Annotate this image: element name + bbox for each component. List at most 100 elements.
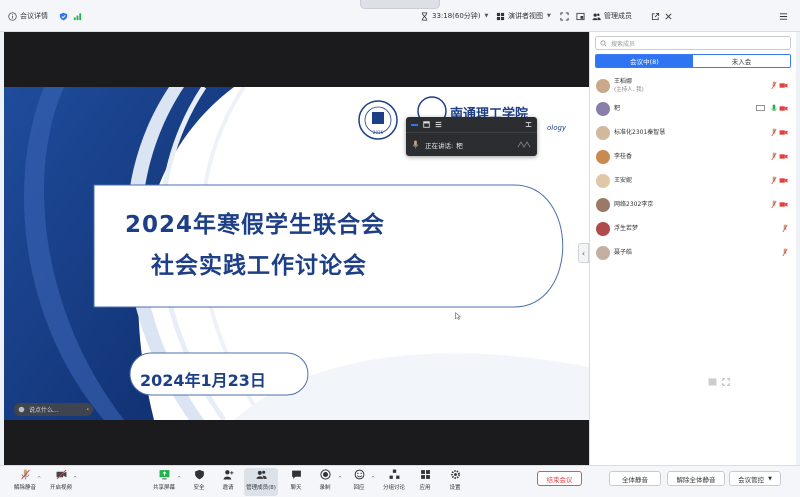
- avatar: [596, 246, 610, 260]
- member-name: 李桂香: [614, 153, 633, 160]
- avatar: [596, 174, 610, 188]
- security-shield[interactable]: [59, 0, 71, 32]
- list-icon[interactable]: [435, 121, 442, 128]
- security-label: 安全: [193, 485, 205, 491]
- panel-close-button[interactable]: [664, 0, 676, 32]
- microphone-off-icon[interactable]: [771, 81, 777, 90]
- fullscreen-button[interactable]: [560, 0, 572, 32]
- manage-members-button[interactable]: 管理成员(8): [244, 468, 278, 496]
- tab-not-joined[interactable]: 未入会: [693, 55, 790, 67]
- keyboard-icon[interactable]: [708, 378, 717, 386]
- meeting-details-label: 会议详情: [20, 12, 48, 20]
- close-icon: [665, 12, 672, 20]
- chevron-up-icon[interactable]: ^: [371, 476, 375, 482]
- camera-off-icon[interactable]: [779, 201, 788, 208]
- view-mode-button[interactable]: 演讲者视图 ▼: [496, 0, 551, 32]
- chevron-up-icon[interactable]: ^: [338, 476, 342, 482]
- member-row[interactable]: 王稻娜 (主持人, 我): [596, 75, 788, 97]
- microphone-on-icon[interactable]: [771, 104, 777, 113]
- member-row[interactable]: 标准化2301秦智慧: [596, 122, 788, 144]
- member-row[interactable]: 浮生若梦: [596, 218, 788, 240]
- camera-off-icon: [56, 469, 66, 480]
- microphone-off-icon[interactable]: [771, 128, 777, 137]
- reaction-icon: [354, 469, 364, 480]
- unmute-button[interactable]: 解除静音: [10, 468, 40, 496]
- hourglass-icon: [421, 11, 428, 21]
- meeting-timer[interactable]: 33:18(60分钟) ▼: [420, 0, 488, 32]
- apps-button[interactable]: 应用: [410, 468, 440, 496]
- window-icon[interactable]: [423, 121, 430, 128]
- mute-all-button[interactable]: 全体静音: [609, 471, 661, 486]
- slide-title-line1: 2024年寒假学生联合会: [125, 212, 386, 238]
- screen-share-icon[interactable]: [756, 105, 765, 112]
- expand-icon[interactable]: [525, 121, 532, 128]
- tab-in-meeting[interactable]: 会议中(8): [596, 55, 693, 67]
- slide-date: 2024年1月23日: [140, 371, 266, 390]
- microphone-off-icon[interactable]: [782, 248, 788, 257]
- member-row[interactable]: 王安妮: [596, 170, 788, 192]
- record-button[interactable]: 录制: [310, 468, 340, 496]
- shield-icon: [59, 12, 68, 20]
- popout-button[interactable]: [576, 0, 588, 32]
- chat-label: 聊天: [290, 485, 302, 491]
- microphone-off-icon[interactable]: [771, 200, 777, 209]
- apps-label: 应用: [419, 485, 431, 491]
- chevron-left-icon: ‹: [581, 248, 586, 258]
- expand-icon[interactable]: [722, 378, 730, 386]
- member-row[interactable]: 李桂香: [596, 146, 788, 168]
- invite-button[interactable]: 邀请: [213, 468, 243, 496]
- chat-hint-text: 说点什么...: [29, 407, 59, 414]
- chevron-up-icon[interactable]: ^: [177, 476, 181, 482]
- meeting-details-button[interactable]: 会议详情: [8, 0, 48, 32]
- settings-button[interactable]: 设置: [440, 468, 470, 496]
- reactions-button[interactable]: 回应: [344, 468, 374, 496]
- speaker-floating-window[interactable]: 正在讲话: 粑: [406, 117, 537, 156]
- start-video-button[interactable]: 开启视频: [46, 468, 76, 496]
- member-name: 聂子皓: [614, 249, 633, 256]
- member-name: 王安妮: [614, 177, 633, 184]
- camera-off-icon[interactable]: [779, 82, 788, 89]
- camera-off-icon[interactable]: [779, 153, 788, 160]
- chat-button[interactable]: 聊天: [281, 468, 311, 496]
- chevron-up-icon[interactable]: ^: [37, 476, 41, 482]
- member-row[interactable]: 粑: [596, 98, 788, 120]
- microphone-off-icon[interactable]: [771, 152, 777, 161]
- camera-off-icon[interactable]: [779, 177, 788, 184]
- breakout-label: 分组讨论: [382, 485, 405, 491]
- member-name: 浮生若梦: [614, 225, 639, 232]
- share-screen-button[interactable]: 共享屏幕: [149, 468, 179, 496]
- add-user-icon: [223, 470, 233, 480]
- shared-screen-area[interactable]: 2016 南通理工学院 ology 2024年寒假学生联合会 社会实践工作讨论会…: [4, 32, 589, 465]
- member-row[interactable]: 聂子皓: [596, 242, 788, 264]
- end-meeting-button[interactable]: 结束会议: [537, 471, 582, 486]
- top-bar: 会议详情 33:18(60分钟) ▼ 演讲者视图 ▼ 管理成员: [0, 0, 800, 32]
- apps-icon: [420, 470, 430, 479]
- unmute-all-button[interactable]: 解除全体静音: [667, 471, 725, 486]
- chevron-left-icon[interactable]: ‹: [87, 406, 89, 413]
- chat-input-hint[interactable]: 说点什么... ‹: [14, 403, 93, 416]
- microphone-off-icon[interactable]: [782, 224, 788, 233]
- member-search-input[interactable]: 搜索成员: [595, 36, 791, 50]
- meeting-control-button[interactable]: 会议管控 ▼: [729, 471, 781, 486]
- collapse-panel-button[interactable]: ‹: [578, 243, 589, 263]
- camera-off-icon[interactable]: [779, 105, 788, 112]
- panel-popout-button[interactable]: [651, 0, 663, 32]
- speaker-view-indicator-icon: [411, 123, 418, 126]
- microphone-off-icon[interactable]: [771, 176, 777, 185]
- record-icon: [319, 469, 331, 480]
- chevron-down-icon: ▼: [768, 475, 772, 482]
- security-button[interactable]: 安全: [184, 468, 214, 496]
- chevron-up-icon[interactable]: ^: [73, 476, 77, 482]
- gear-icon: [450, 470, 460, 479]
- chevron-down-icon: ▼: [547, 13, 551, 19]
- member-row[interactable]: 网络2302李京: [596, 194, 788, 216]
- network-signal[interactable]: [73, 0, 85, 32]
- share-screen-icon: [159, 470, 169, 480]
- member-tabs: 会议中(8) 未入会: [595, 54, 791, 68]
- breakout-button[interactable]: 分组讨论: [379, 468, 409, 496]
- avatar: [596, 102, 610, 116]
- avatar: [596, 150, 610, 164]
- camera-off-icon[interactable]: [779, 129, 788, 136]
- menu-button[interactable]: [779, 0, 791, 32]
- chevron-down-icon: ▼: [484, 13, 489, 19]
